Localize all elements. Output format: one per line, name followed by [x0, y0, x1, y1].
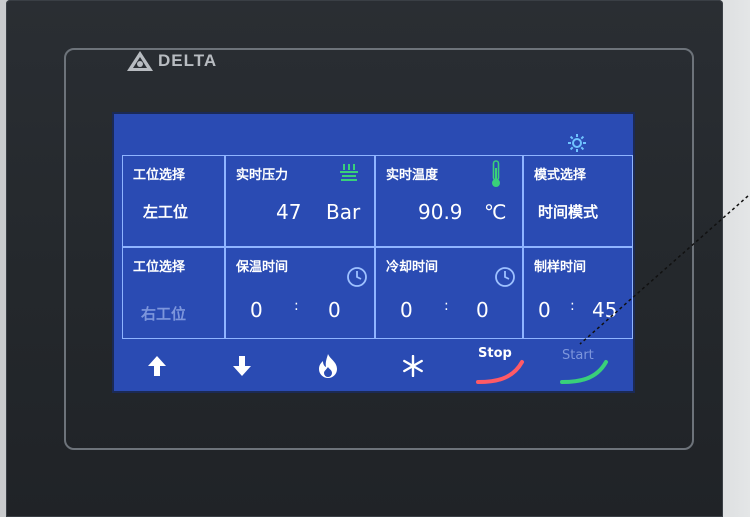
cell-station-select-right[interactable]: 工位选择 右工位 [122, 247, 225, 339]
hold-time-separator: : [294, 298, 299, 314]
logo-text: DELTA [158, 51, 218, 70]
pressure-value: 47 [276, 200, 302, 224]
press-icon [340, 164, 358, 181]
station-select-label-2: 工位选择 [133, 260, 186, 275]
flame-icon [319, 354, 337, 378]
sample-time-minutes: 0 [538, 298, 551, 322]
stop-button[interactable]: Stop [470, 344, 530, 384]
start-swoosh-icon [560, 360, 608, 384]
down-button[interactable] [227, 350, 257, 382]
cell-mode-select[interactable]: 模式选择 时间模式 [523, 155, 633, 247]
cool-time-label: 冷却时间 [386, 260, 439, 275]
station-select-value-2: 右工位 [141, 305, 187, 323]
cell-station-select-left[interactable]: 工位选择 左工位 [122, 155, 225, 247]
cell-sample-time: 制样时间 0 : 45 [523, 247, 633, 339]
data-grid: 工位选择 左工位 实时压力 47 Bar 实时温度 90.9 ℃ 模式选择 时间… [122, 155, 633, 339]
thermometer-icon [492, 160, 500, 187]
gear-icon[interactable] [566, 132, 588, 154]
delta-logo: DELTA [126, 50, 217, 72]
temperature-value: 90.9 [418, 200, 463, 224]
cool-time-seconds: 0 [476, 298, 489, 322]
arrow-up-icon [148, 356, 166, 376]
cool-button[interactable] [398, 350, 428, 382]
pressure-label: 实时压力 [236, 168, 289, 183]
hmi-screen: 工位选择 左工位 实时压力 47 Bar 实时温度 90.9 ℃ 模式选择 时间… [112, 112, 635, 393]
cell-temperature: 实时温度 90.9 ℃ [375, 155, 523, 247]
sample-time-separator: : [570, 298, 575, 314]
stop-swoosh-icon [476, 360, 524, 384]
sample-time-label: 制样时间 [534, 260, 587, 275]
pressure-unit: Bar [326, 200, 361, 224]
cell-cool-time: 冷却时间 0 : 0 [375, 247, 523, 339]
arrow-down-icon [233, 356, 251, 376]
heat-button[interactable] [313, 350, 343, 382]
start-button[interactable]: Start [554, 344, 614, 384]
temperature-label: 实时温度 [386, 168, 439, 183]
hold-time-seconds: 0 [328, 298, 341, 322]
hold-time-label: 保温时间 [236, 260, 289, 275]
station-select-label: 工位选择 [133, 168, 186, 183]
bottom-toolbar: Stop Start [114, 340, 633, 391]
cool-time-minutes: 0 [400, 298, 413, 322]
delta-triangle-icon [127, 51, 153, 71]
clock-icon [347, 267, 367, 287]
hold-time-minutes: 0 [250, 298, 263, 322]
temperature-unit: ℃ [484, 200, 507, 224]
clock-icon [495, 267, 515, 287]
up-button[interactable] [142, 350, 172, 382]
cool-time-separator: : [444, 298, 449, 314]
mode-select-value: 时间模式 [538, 203, 599, 221]
snowflake-icon [403, 355, 423, 377]
sample-time-seconds: 45 [592, 298, 618, 322]
cell-hold-time: 保温时间 0 : 0 [225, 247, 375, 339]
cell-pressure: 实时压力 47 Bar [225, 155, 375, 247]
mode-select-label: 模式选择 [534, 168, 587, 183]
station-select-value: 左工位 [143, 203, 189, 221]
